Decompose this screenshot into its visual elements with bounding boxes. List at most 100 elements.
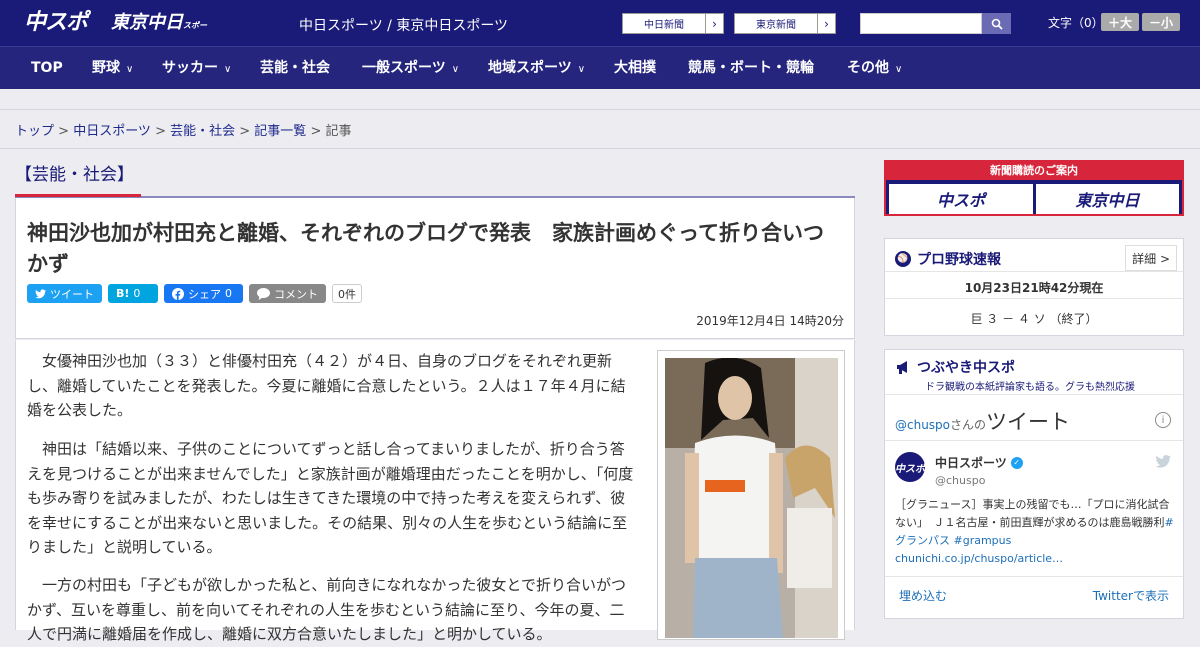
timeline-tweet-word: ツイート xyxy=(986,410,1071,434)
comment-label: コメント xyxy=(274,287,318,301)
megaphone-icon xyxy=(897,361,907,374)
divider xyxy=(885,394,1183,395)
view-on-twitter-link[interactable]: Twitterで表示 xyxy=(1093,587,1169,604)
tweet-button[interactable]: ツイート xyxy=(27,284,102,303)
baseball-game-result[interactable]: 巨 ３ － ４ ソ （終了） xyxy=(885,310,1183,327)
facebook-icon xyxy=(172,287,184,300)
nav-top[interactable]: TOP xyxy=(31,47,63,90)
subscription-banner-title: 新聞購読のご案内 xyxy=(886,162,1182,180)
hatena-count: 0 xyxy=(133,287,141,300)
divider xyxy=(885,440,1183,441)
nav-sumo[interactable]: 大相撲 xyxy=(614,47,656,90)
article-paragraph: 一方の村田も「子どもが欲しかった私と、前向きになれなかった彼女とで折り合いがつか… xyxy=(27,576,626,643)
hatena-icon: B! xyxy=(116,287,130,300)
text-size-decrease-button[interactable]: －小 xyxy=(1142,13,1180,31)
tokyo-shimbun-button[interactable]: 東京新聞 › xyxy=(734,13,836,34)
tweet-widget-title-text: つぶやき中スポ xyxy=(917,360,1015,376)
nav-soccer[interactable]: サッカー ∨ xyxy=(162,47,231,90)
search-input[interactable] xyxy=(860,13,982,34)
breadcrumb-chunichi-sports[interactable]: 中日スポーツ xyxy=(73,124,151,139)
nav-local-sports[interactable]: 地域スポーツ ∨ xyxy=(488,47,585,90)
search-button[interactable] xyxy=(982,13,1011,34)
breadcrumb-current: 記事 xyxy=(325,124,352,139)
nav-baseball[interactable]: 野球 ∨ xyxy=(92,47,133,90)
tweet-widget-title: つぶやき中スポ xyxy=(895,357,1015,377)
nav-racing[interactable]: 競馬・ボート・競輪 xyxy=(688,47,814,90)
nav-label: その他 xyxy=(847,60,889,76)
site-links[interactable]: 中日スポーツ / 東京中日スポーツ xyxy=(299,15,508,35)
nav-general-sports[interactable]: 一般スポーツ ∨ xyxy=(362,47,459,90)
tweet-author-name: 中日スポーツ xyxy=(935,456,1007,470)
publish-date: 2019年12月4日 14時20分 xyxy=(696,314,844,328)
comment-button[interactable]: コメント xyxy=(249,284,326,303)
verified-icon: ✓ xyxy=(1010,456,1023,469)
chevron-down-icon: ∨ xyxy=(451,64,460,75)
breadcrumb-sep: > xyxy=(306,124,326,139)
comment-count: 0件 xyxy=(332,284,362,303)
facebook-share-label: シェア xyxy=(188,287,221,301)
tweet-link[interactable]: chunichi.co.jp/chuspo/article… xyxy=(895,552,1063,565)
divider xyxy=(885,576,1183,577)
article-header: 神田沙也加が村田充と離婚、それぞれのブログで発表 家族計画めぐって折り合いつかず… xyxy=(15,198,855,339)
photo-illustration xyxy=(665,358,838,638)
nav-label: 競馬・ボート・競輪 xyxy=(688,60,814,76)
tokyo-chunichi-logo[interactable]: 東京中日スポーツ xyxy=(111,10,211,59)
nav-label: 野球 xyxy=(92,60,120,76)
chevron-down-icon: ∨ xyxy=(126,64,134,75)
chevron-down-icon: ∨ xyxy=(577,64,586,75)
chevron-right-icon: › xyxy=(705,14,723,33)
article-paragraph: 神田は「結婚以来、子供のことについてずっと話し合ってまいりましたが、折り合う答え… xyxy=(27,440,634,556)
text-size-increase-button[interactable]: ＋大 xyxy=(1101,13,1139,31)
tweet-widget-subtitle: ドラ観戦の本紙評論家も語る。グラも熱烈応援 xyxy=(925,382,1135,393)
nav-label: 一般スポーツ xyxy=(362,60,446,76)
baseball-details-button[interactable]: 詳細 > xyxy=(1125,245,1177,271)
chevron-right-icon: › xyxy=(817,14,835,33)
share-buttons: ツイート B! 0 シェア 0 コメント 0件 xyxy=(27,284,362,303)
chunichi-shimbun-button[interactable]: 中日新聞 › xyxy=(622,13,724,34)
article-body: 女優神田沙也加（３３）と俳優村田充（４２）が４日、自身のブログをそれぞれ更新し、… xyxy=(15,340,855,643)
tokyo-shimbun-label: 東京新聞 xyxy=(756,20,796,31)
breadcrumb-top[interactable]: トップ xyxy=(15,124,54,139)
twitter-icon xyxy=(35,288,46,298)
site-header: 中スポ 東京中日スポーツ 中日スポーツ / 東京中日スポーツ 中日新聞 › 東京… xyxy=(0,0,1200,59)
hatena-bookmark-button[interactable]: B! 0 xyxy=(108,284,158,303)
breadcrumb-entertainment[interactable]: 芸能・社会 xyxy=(170,124,235,139)
article-headline: 神田沙也加が村田充と離婚、それぞれのブログで発表 家族計画めぐって折り合いつかず xyxy=(27,221,824,276)
article-photo-frame[interactable] xyxy=(657,350,845,640)
breadcrumb-sep: > xyxy=(54,124,74,139)
breadcrumb-article-list[interactable]: 記事一覧 xyxy=(254,124,306,139)
nav-label: 地域スポーツ xyxy=(488,60,572,76)
timeline-handle-link[interactable]: @chuspo xyxy=(895,418,950,432)
facebook-share-button[interactable]: シェア 0 xyxy=(164,284,243,303)
tweet-author-handle[interactable]: @chuspo xyxy=(935,474,985,487)
nav-label: 大相撲 xyxy=(614,60,656,76)
tweet-author[interactable]: 中日スポーツ ✓ xyxy=(935,454,1023,471)
embed-link[interactable]: 埋め込む xyxy=(899,587,947,604)
search-icon xyxy=(991,18,1003,30)
tokyo-logo-text: 東京中日 xyxy=(111,12,183,33)
text-size-label: 文字（0） xyxy=(1048,16,1104,30)
baseball-update-time: 10月23日21時42分現在 xyxy=(964,281,1104,295)
baseball-widget-title-text: プロ野球速報 xyxy=(917,252,1001,268)
comment-icon xyxy=(257,287,270,300)
twitter-bird-icon[interactable] xyxy=(1155,455,1171,468)
nav-others[interactable]: その他 ∨ xyxy=(847,47,902,90)
baseball-widget-title: ⚾ プロ野球速報 xyxy=(895,249,1001,269)
chuspo-logo[interactable]: 中スポ xyxy=(24,8,100,38)
subscription-banner[interactable]: 新聞購読のご案内 中スポ 東京中日 xyxy=(884,160,1184,216)
tweet-text: ［グラニュース］事実上の残留でも…「プロに消化試合ない」 Ｊ１名古屋・前田直輝が… xyxy=(895,496,1175,568)
category-accent-bar xyxy=(15,194,141,197)
header-spacer xyxy=(0,89,1200,110)
breadcrumb: トップ > 中日スポーツ > 芸能・社会 > 記事一覧 > 記事 xyxy=(15,120,352,139)
breadcrumb-sep: > xyxy=(235,124,255,139)
ad-chuspo-logo: 中スポ xyxy=(889,184,1033,214)
info-icon[interactable]: i xyxy=(1155,412,1171,428)
divider xyxy=(885,298,1183,299)
chevron-down-icon: ∨ xyxy=(895,64,903,75)
timeline-handle-suffix: さんの xyxy=(950,418,987,432)
baseball-score-widget: ⚾ プロ野球速報 詳細 > 10月23日21時42分現在 巨 ３ － ４ ソ （… xyxy=(884,238,1184,336)
avatar[interactable]: 中スポ xyxy=(895,452,925,482)
divider xyxy=(0,148,1200,149)
nav-entertainment[interactable]: 芸能・社会 xyxy=(260,47,330,90)
article-photo xyxy=(665,358,838,638)
